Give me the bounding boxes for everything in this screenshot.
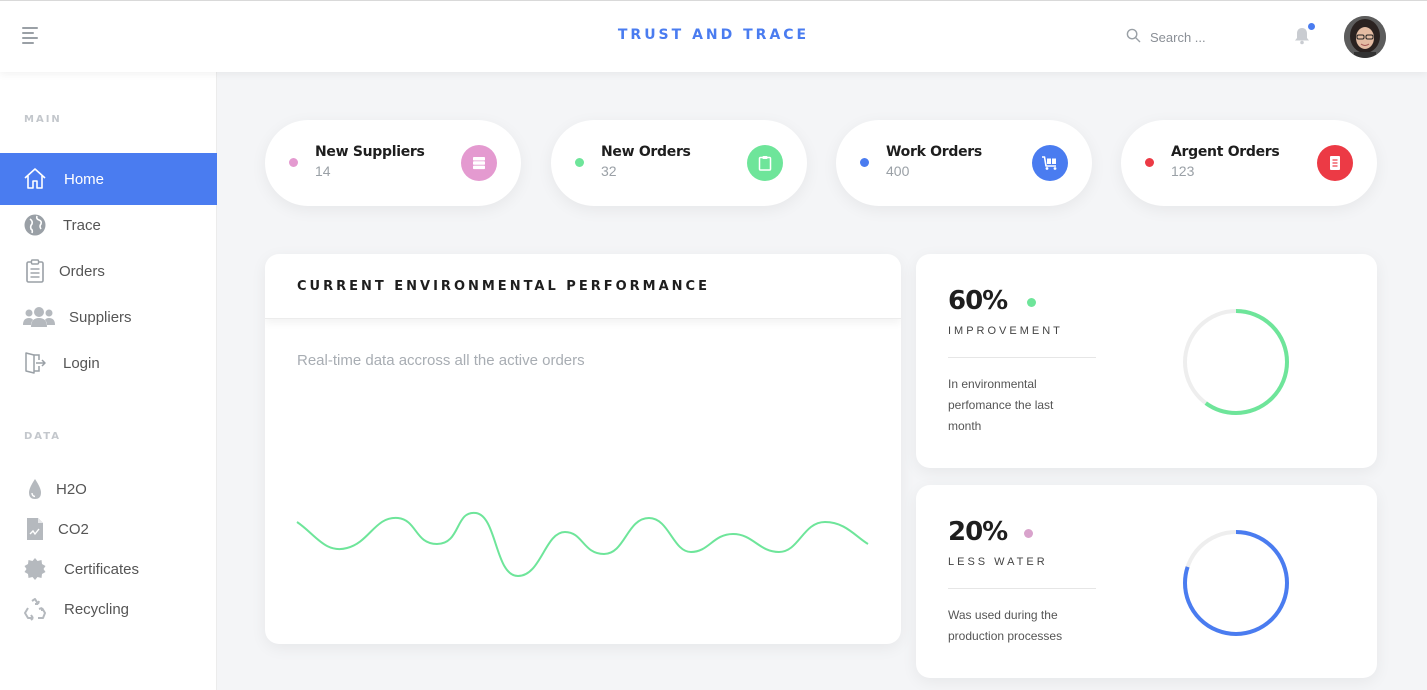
sidebar-item-label: Suppliers bbox=[69, 308, 132, 326]
sidebar-item-label: Login bbox=[63, 354, 100, 372]
globe-icon bbox=[23, 213, 47, 237]
sidebar-item-label: Orders bbox=[59, 262, 105, 280]
server-icon bbox=[461, 145, 497, 181]
stat-card-argent-orders[interactable]: Argent Orders 123 bbox=[1121, 120, 1377, 206]
certificate-icon bbox=[23, 557, 47, 581]
stat-title: Work Orders bbox=[886, 144, 982, 160]
users-icon bbox=[22, 305, 56, 329]
stat-card-work-orders[interactable]: Work Orders 400 bbox=[836, 120, 1092, 206]
sidebar-item-trace[interactable]: Trace bbox=[0, 202, 217, 248]
sidebar-item-label: Certificates bbox=[64, 560, 140, 578]
metric-value: 60% bbox=[948, 286, 1008, 316]
search-icon bbox=[1126, 28, 1141, 43]
section-label-main: MAIN bbox=[24, 114, 62, 125]
recycle-icon bbox=[23, 597, 47, 621]
progress-ring-less-water bbox=[1183, 530, 1289, 636]
notification-dot bbox=[1308, 23, 1315, 30]
notification-bell-icon[interactable] bbox=[1294, 23, 1315, 45]
search-input[interactable] bbox=[1150, 26, 1250, 48]
sidebar-item-home[interactable]: Home bbox=[0, 153, 217, 205]
metric-card-less-water: 20% LESS WATER Was used during the produ… bbox=[916, 485, 1377, 678]
performance-wave-line bbox=[296, 511, 869, 578]
metric-card-improvement: 60% IMPROVEMENT In environmental perfoma… bbox=[916, 254, 1377, 468]
search-box[interactable] bbox=[1126, 26, 1256, 48]
sidebar-item-label: Recycling bbox=[64, 600, 130, 618]
sidebar-item-certificates[interactable]: Certificates bbox=[0, 547, 217, 591]
user-avatar[interactable] bbox=[1344, 16, 1386, 58]
clipboard-icon bbox=[23, 259, 47, 283]
metric-value: 20% bbox=[948, 517, 1008, 547]
document-chart-icon bbox=[23, 517, 47, 541]
stat-title: New Suppliers bbox=[315, 144, 425, 160]
metric-label: LESS WATER bbox=[948, 556, 1048, 568]
sidebar-item-orders[interactable]: Orders bbox=[0, 248, 217, 294]
home-icon bbox=[23, 167, 47, 191]
sidebar-item-h2o[interactable]: H2O bbox=[0, 467, 217, 511]
metric-status-dot bbox=[1027, 298, 1036, 307]
water-drop-icon bbox=[23, 477, 47, 501]
stat-title: Argent Orders bbox=[1171, 144, 1280, 160]
sidebar-item-label: Trace bbox=[63, 216, 101, 234]
status-dot bbox=[289, 158, 298, 167]
sidebar-item-label: Home bbox=[64, 170, 105, 188]
stat-count: 123 bbox=[1171, 163, 1195, 179]
performance-card: CURRENT ENVIRONMENTAL PERFORMANCE Real-t… bbox=[265, 254, 901, 644]
status-dot bbox=[1145, 158, 1154, 167]
sidebar-item-suppliers[interactable]: Suppliers bbox=[0, 294, 217, 340]
metric-divider bbox=[948, 357, 1096, 358]
metric-description: In environmental perfomance the last mon… bbox=[948, 377, 1054, 433]
top-bar: TRUST AND TRACE bbox=[0, 0, 1427, 72]
sidebar-item-label: CO2 bbox=[58, 520, 89, 538]
stat-card-new-suppliers[interactable]: New Suppliers 14 bbox=[265, 120, 521, 206]
sidebar-item-recycling[interactable]: Recycling bbox=[0, 587, 217, 631]
sidebar-item-co2[interactable]: CO2 bbox=[0, 507, 217, 551]
sidebar-item-login[interactable]: Login bbox=[0, 340, 217, 386]
sidebar: MAIN Home Trace Orders Suppliers Login D… bbox=[0, 72, 217, 690]
metric-label: IMPROVEMENT bbox=[948, 325, 1063, 337]
status-dot bbox=[575, 158, 584, 167]
stat-card-new-orders[interactable]: New Orders 32 bbox=[551, 120, 807, 206]
stat-count: 400 bbox=[886, 163, 910, 179]
stat-count: 14 bbox=[315, 163, 331, 179]
document-icon bbox=[1317, 145, 1353, 181]
metric-description: Was used during the production processes bbox=[948, 608, 1063, 643]
performance-wave-chart bbox=[296, 511, 869, 578]
door-icon bbox=[23, 351, 47, 375]
menu-toggle-icon[interactable] bbox=[22, 27, 42, 45]
progress-ring-improvement bbox=[1183, 309, 1289, 415]
metric-divider bbox=[948, 588, 1096, 589]
cart-icon bbox=[1032, 145, 1068, 181]
section-label-data: DATA bbox=[24, 431, 62, 442]
metric-status-dot bbox=[1024, 529, 1033, 538]
sidebar-item-label: H2O bbox=[56, 480, 87, 498]
clipboard-icon bbox=[747, 145, 783, 181]
stat-count: 32 bbox=[601, 163, 617, 179]
stat-title: New Orders bbox=[601, 144, 691, 160]
status-dot bbox=[860, 158, 869, 167]
